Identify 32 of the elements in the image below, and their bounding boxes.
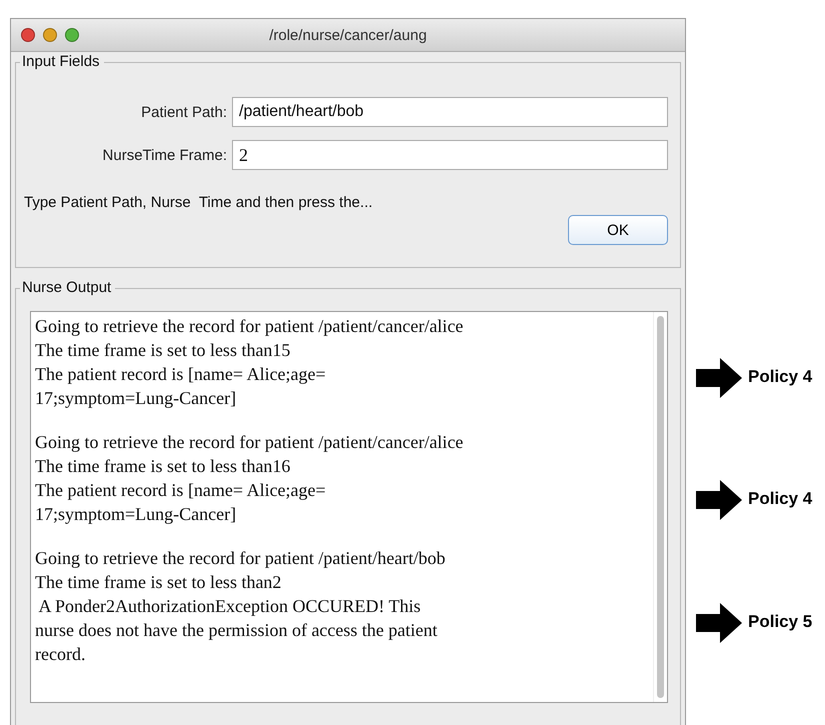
policy-label: Policy 4 [748,367,812,387]
output-line: nurse does not have the permission of access the patient [35,619,438,642]
field-label: Patient Path: [141,104,227,120]
panel-title: Nurse Output [20,279,116,296]
minimize-button[interactable] [43,28,57,42]
panel-title: Input Fields [20,53,104,70]
policy-label: Policy 4 [748,489,812,510]
output-line: Going to retrieve the record for patient /patient/cancer/alice [35,315,464,338]
arrow-icon [696,480,742,520]
arrow-icon [696,358,742,398]
scrollbar-thumb[interactable] [657,316,664,698]
policy-label: Policy 5 [748,612,812,632]
output-line: Going to retrieve the record for patient /patient/cancer/alice [35,431,464,454]
arrow-icon [696,602,742,643]
output-line: The time frame is set to less than2 [35,571,282,594]
output-line: The patient record is [name= Alice;age= [35,363,326,386]
output-line: The time frame is set to less than15 [35,339,290,362]
output-line: Going to retrieve the record for patient /patient/heart/bob [35,547,446,570]
field-label: NurseTime Frame: [102,146,227,164]
output-line: 17;symptom=Lung-Cancer] [35,503,236,526]
output-line: 17;symptom=Lung-Cancer] [35,387,236,410]
close-button[interactable] [21,28,35,42]
output-line: A Ponder2AuthorizationException OCCURED! This [38,595,421,618]
input-field[interactable]: /patient/heart/bob [232,97,668,127]
instruction-text: Type Patient Path, Nurse Time and then press the... [24,194,374,211]
zoom-button[interactable] [65,28,79,42]
window-title: /role/nurse/cancer/aung [269,26,427,44]
ok-button[interactable]: OK [568,215,668,245]
output-line: record. [35,643,86,666]
output-line: The patient record is [name= Alice;age= [35,479,326,502]
input-field[interactable]: 2 [232,140,668,170]
output-line: The time frame is set to less than16 [35,455,290,478]
